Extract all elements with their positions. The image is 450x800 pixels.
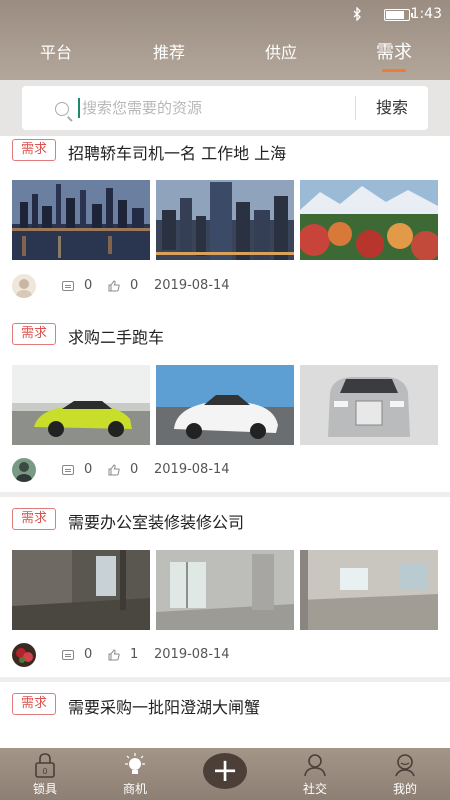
- post-meta: 0 0 2019-08-14: [12, 458, 438, 482]
- app-header: 1:43 平台 推荐 供应 需求: [0, 0, 450, 80]
- like-count: 0: [130, 462, 139, 477]
- like-icon[interactable]: [108, 649, 120, 661]
- tab-recommend[interactable]: 推荐: [124, 36, 214, 76]
- social-icon: [304, 754, 326, 777]
- tab-platform[interactable]: 平台: [11, 36, 101, 76]
- demand-tag: 需求: [12, 139, 56, 161]
- search-input[interactable]: [82, 96, 342, 120]
- nav-label: 社交: [302, 782, 327, 796]
- post-title[interactable]: 求购二手跑车: [68, 324, 164, 348]
- comment-icon[interactable]: [62, 650, 74, 660]
- post-date: 2019-08-14: [154, 647, 230, 662]
- empty-office-image[interactable]: [156, 550, 294, 630]
- tab-demand[interactable]: 需求: [349, 36, 439, 76]
- open-floor-image[interactable]: [300, 550, 438, 630]
- post-title[interactable]: 需要办公室装修装修公司: [68, 509, 244, 533]
- nav-item-social[interactable]: 社交: [270, 748, 360, 800]
- lightbulb-icon: [125, 753, 145, 774]
- white-sports-car-image[interactable]: [156, 365, 294, 445]
- active-tab-indicator: [382, 69, 406, 72]
- tab-label: 需求: [376, 42, 412, 63]
- post-card[interactable]: 需求 招聘轿车司机一名 工作地 上海 0 0 2019-08-14: [0, 136, 450, 316]
- add-post-button[interactable]: +: [203, 753, 247, 789]
- post-card[interactable]: 需求 需要采购一批阳澄湖大闸蟹: [0, 682, 450, 748]
- yellow-sports-car-image[interactable]: [12, 365, 150, 445]
- lock-badge: 0: [42, 767, 47, 776]
- text-cursor: [78, 98, 80, 118]
- comment-icon[interactable]: [62, 281, 74, 291]
- like-count: 1: [130, 647, 139, 662]
- like-icon[interactable]: [108, 280, 120, 292]
- search-button[interactable]: 搜索: [356, 86, 428, 130]
- top-tabs: 平台 推荐 供应 需求: [0, 36, 450, 76]
- battery-icon: [384, 9, 413, 21]
- lock-icon: 0: [35, 753, 55, 778]
- tab-label: 推荐: [152, 43, 185, 62]
- status-bar: 1:43: [0, 0, 450, 28]
- nav-item-business[interactable]: 商机: [90, 748, 180, 800]
- avatar[interactable]: [12, 458, 36, 482]
- search-bar: 搜索: [0, 80, 450, 136]
- post-card[interactable]: 需求 需要办公室装修装修公司 0 1 2019-08-14: [0, 497, 450, 677]
- profile-icon: [395, 754, 415, 777]
- nav-label: 我的: [392, 782, 417, 796]
- search-icon: [55, 102, 69, 116]
- post-title[interactable]: 招聘轿车司机一名 工作地 上海: [68, 140, 286, 164]
- post-meta: 0 0 2019-08-14: [12, 274, 438, 298]
- post-images: [12, 365, 438, 445]
- city-night-image[interactable]: [156, 180, 294, 260]
- status-time: 1:43: [410, 6, 442, 22]
- unfinished-room-image[interactable]: [12, 550, 150, 630]
- comment-icon[interactable]: [62, 465, 74, 475]
- bottom-nav: 0 锁具 商机 + 社交 我的: [0, 748, 450, 800]
- avatar[interactable]: [12, 643, 36, 667]
- comment-count: 0: [84, 462, 93, 477]
- like-icon[interactable]: [108, 464, 120, 476]
- like-count: 0: [130, 278, 139, 293]
- bluetooth-icon: [353, 7, 361, 21]
- post-date: 2019-08-14: [154, 462, 230, 477]
- tab-label: 平台: [39, 43, 72, 62]
- post-feed[interactable]: 需求 招聘轿车司机一名 工作地 上海 0 0 2019-08-14 需求 求购二…: [0, 136, 450, 748]
- post-images: [12, 180, 438, 260]
- tab-supply[interactable]: 供应: [236, 36, 326, 76]
- search-box: 搜索: [22, 86, 428, 130]
- demand-tag: 需求: [12, 693, 56, 715]
- post-card[interactable]: 需求 求购二手跑车 0 0 2019-08-14: [0, 312, 450, 492]
- comment-count: 0: [84, 647, 93, 662]
- demand-tag: 需求: [12, 323, 56, 345]
- city-skyline-image[interactable]: [12, 180, 150, 260]
- nav-item-profile[interactable]: 我的: [360, 748, 450, 800]
- nav-label: 商机: [122, 782, 147, 796]
- silver-luxury-car-image[interactable]: [300, 365, 438, 445]
- avatar[interactable]: [12, 274, 36, 298]
- nav-label: 锁具: [32, 782, 57, 796]
- nav-item-locks[interactable]: 0 锁具: [0, 748, 90, 800]
- autumn-landscape-image[interactable]: [300, 180, 438, 260]
- post-title[interactable]: 需要采购一批阳澄湖大闸蟹: [68, 694, 260, 718]
- comment-count: 0: [84, 278, 93, 293]
- tab-label: 供应: [264, 43, 297, 62]
- demand-tag: 需求: [12, 508, 56, 530]
- post-meta: 0 1 2019-08-14: [12, 643, 438, 667]
- post-date: 2019-08-14: [154, 278, 230, 293]
- post-images: [12, 550, 438, 630]
